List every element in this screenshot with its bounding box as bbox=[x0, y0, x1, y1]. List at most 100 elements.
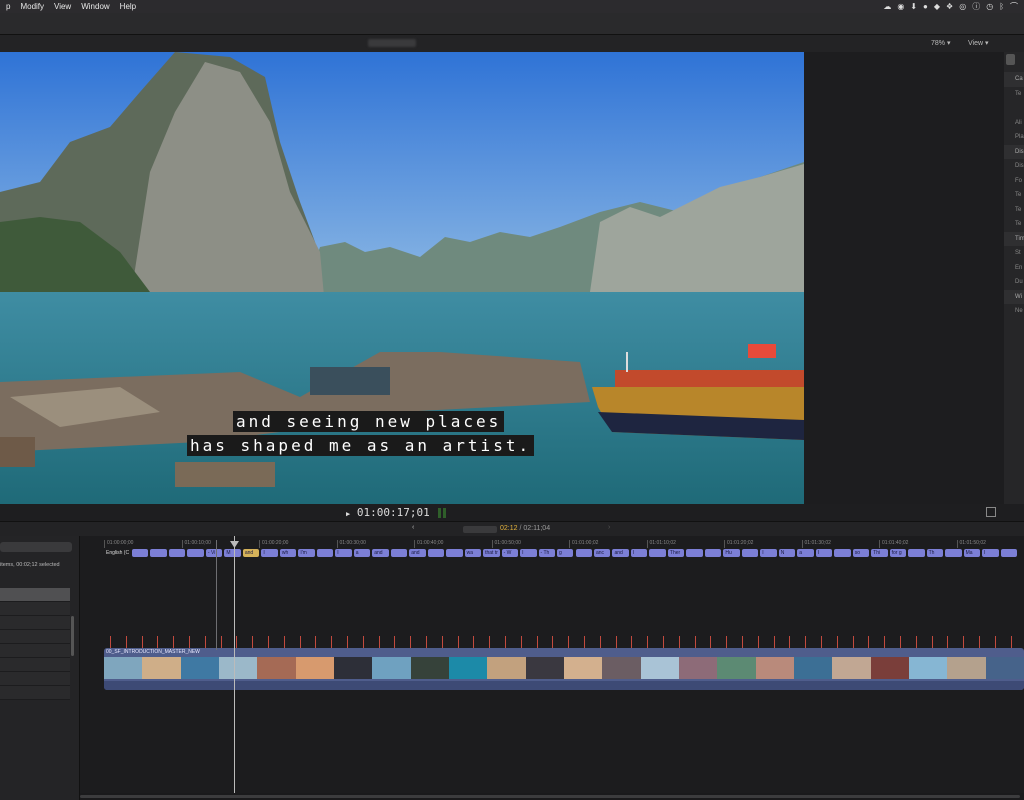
zoom-dropdown[interactable]: 78% ▾ bbox=[931, 39, 950, 47]
list-item[interactable] bbox=[0, 672, 70, 686]
fullscreen-icon[interactable] bbox=[986, 507, 996, 517]
caption-clip[interactable]: and bbox=[409, 549, 426, 557]
caption-clip[interactable]: a bbox=[353, 549, 371, 557]
info-icon[interactable]: ⓘ bbox=[972, 1, 980, 12]
caption-clip[interactable]: g bbox=[557, 549, 574, 557]
record-icon[interactable]: ● bbox=[923, 2, 928, 11]
timeline-scrollbar[interactable] bbox=[80, 793, 1024, 800]
menu-item-view[interactable]: View bbox=[54, 2, 71, 11]
wifi-icon[interactable]: ⌒ bbox=[1010, 1, 1018, 12]
list-item[interactable] bbox=[0, 686, 70, 700]
caption-clip[interactable]: Th bbox=[926, 549, 944, 557]
caption-clip[interactable] bbox=[446, 549, 463, 557]
inspector-row[interactable]: Te bbox=[1004, 188, 1024, 203]
caption-clip[interactable] bbox=[187, 549, 204, 557]
sync-icon[interactable]: ◎ bbox=[959, 2, 966, 11]
view-dropdown[interactable]: View ▾ bbox=[968, 39, 989, 47]
caption-clip[interactable] bbox=[945, 549, 962, 557]
index-scrollbar[interactable] bbox=[71, 616, 74, 656]
caption-clip[interactable]: Hu bbox=[723, 549, 740, 557]
caption-clip[interactable]: I bbox=[815, 549, 833, 557]
caption-clip[interactable] bbox=[834, 549, 851, 557]
caption-clip[interactable] bbox=[686, 549, 703, 557]
caption-clip[interactable]: wh bbox=[279, 549, 297, 557]
caption-clip[interactable] bbox=[649, 549, 666, 557]
inspector-row[interactable]: Ne bbox=[1004, 304, 1024, 319]
caption-clip[interactable]: I bbox=[335, 549, 352, 557]
inspector-row[interactable]: Du bbox=[1004, 275, 1024, 290]
airplay-icon[interactable]: ☁ bbox=[883, 2, 891, 11]
inspector-row[interactable]: Dis bbox=[1004, 144, 1024, 159]
list-item[interactable] bbox=[0, 658, 70, 672]
bluetooth-icon[interactable]: ᛒ bbox=[999, 2, 1004, 11]
caption-clip[interactable]: and bbox=[372, 549, 389, 557]
caption-clip[interactable]: and bbox=[612, 549, 629, 557]
caption-clip[interactable]: - Vi bbox=[205, 549, 223, 557]
menu-item-window[interactable]: Window bbox=[81, 2, 109, 11]
caption-clip[interactable]: that tr bbox=[483, 549, 500, 557]
target-icon[interactable]: ◉ bbox=[897, 2, 904, 11]
download-icon[interactable]: ⬇ bbox=[910, 2, 917, 11]
caption-clip[interactable]: Ther bbox=[667, 549, 685, 557]
caption-clip[interactable]: Thi bbox=[871, 549, 888, 557]
inspector-row[interactable]: Wi bbox=[1004, 289, 1024, 304]
caption-clip[interactable]: a bbox=[797, 549, 814, 557]
inspector-row[interactable]: Te bbox=[1004, 203, 1024, 218]
list-item[interactable] bbox=[0, 630, 70, 644]
caption-clip[interactable]: for g bbox=[889, 549, 907, 557]
inspector-row[interactable]: St bbox=[1004, 246, 1024, 261]
caption-clip[interactable]: so bbox=[852, 549, 870, 557]
caption-clip[interactable] bbox=[390, 549, 408, 557]
playhead[interactable] bbox=[234, 536, 235, 800]
caption-clip[interactable]: anc bbox=[593, 549, 611, 557]
play-icon[interactable]: ▶ bbox=[346, 510, 350, 518]
caption-clip[interactable]: - Th bbox=[538, 549, 555, 557]
inspector-row[interactable]: Dis bbox=[1004, 159, 1024, 174]
caption-clip[interactable]: I bbox=[520, 549, 537, 557]
caption-clip[interactable]: I bbox=[760, 549, 777, 557]
caption-clip[interactable] bbox=[908, 549, 925, 557]
caption-clip[interactable]: I'm bbox=[298, 549, 315, 557]
inspector-row[interactable]: Te bbox=[1004, 87, 1024, 102]
caption-clip[interactable] bbox=[575, 549, 592, 557]
caption-clip[interactable] bbox=[427, 549, 445, 557]
inspector-row[interactable]: Tim bbox=[1004, 231, 1024, 246]
timeline[interactable]: 01:00:00;00 01:00:10;00 01:00:20;00 01:00:3… bbox=[80, 536, 1024, 800]
primary-storyline-clip[interactable]: 00_SF_INTRODUCTION_MASTER_NEW bbox=[104, 648, 1024, 690]
caption-clip[interactable] bbox=[316, 549, 334, 557]
caption-clip[interactable]: Ma bbox=[963, 549, 981, 557]
caption-clip[interactable] bbox=[1000, 549, 1017, 557]
list-item[interactable] bbox=[0, 602, 70, 616]
inspector-row[interactable]: Fo bbox=[1004, 174, 1024, 189]
caption-clip[interactable]: I bbox=[982, 549, 999, 557]
caption-clip[interactable] bbox=[150, 549, 167, 557]
timeline-ruler[interactable]: 01:00:00;00 01:00:10;00 01:00:20;00 01:00:3… bbox=[104, 540, 1024, 548]
caption-clip[interactable]: M bbox=[224, 549, 241, 557]
inspector-row[interactable]: Ali bbox=[1004, 116, 1024, 131]
index-search-input[interactable] bbox=[0, 542, 72, 552]
caption-clip[interactable]: - W bbox=[501, 549, 519, 557]
list-item[interactable] bbox=[0, 588, 70, 602]
caption-clip[interactable] bbox=[168, 549, 186, 557]
caption-clip[interactable]: and bbox=[242, 549, 260, 557]
dropbox-icon[interactable]: ❖ bbox=[946, 2, 953, 11]
list-item[interactable] bbox=[0, 644, 70, 658]
nav-forward-button[interactable]: › bbox=[608, 524, 610, 531]
inspector-row[interactable]: Te bbox=[1004, 217, 1024, 232]
caption-clip[interactable]: N bbox=[778, 549, 796, 557]
timecode-display[interactable]: ▶ 01:00:17;01 bbox=[346, 506, 430, 519]
inspector-row[interactable]: En bbox=[1004, 261, 1024, 276]
caption-clip[interactable]: I bbox=[261, 549, 278, 557]
list-item[interactable] bbox=[0, 616, 70, 630]
inspector-tab-icon[interactable] bbox=[1006, 54, 1015, 65]
clock-icon[interactable]: ◷ bbox=[986, 2, 993, 11]
menu-item-help[interactable]: Help bbox=[120, 2, 136, 11]
video-viewer[interactable]: and seeing new places has shaped me as a… bbox=[0, 52, 804, 504]
caption-clip[interactable]: I bbox=[630, 549, 648, 557]
inspector-row[interactable]: Pla bbox=[1004, 130, 1024, 145]
inspector-row[interactable]: Ca bbox=[1004, 72, 1024, 87]
caption-clip[interactable]: wa bbox=[464, 549, 482, 557]
caption-clip[interactable] bbox=[741, 549, 759, 557]
caption-clip[interactable] bbox=[132, 549, 149, 557]
menu-item-app[interactable]: p bbox=[6, 2, 10, 11]
